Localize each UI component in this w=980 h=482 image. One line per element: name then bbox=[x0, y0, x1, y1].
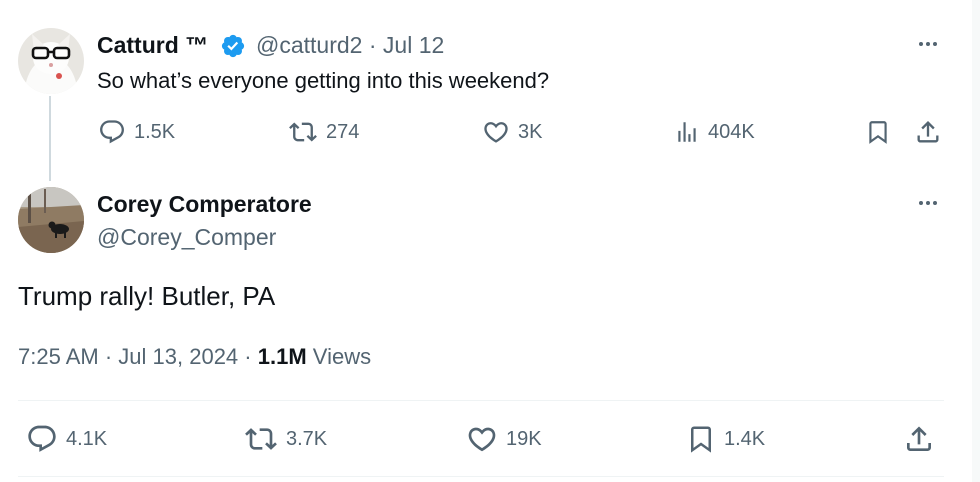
share-icon bbox=[917, 121, 939, 143]
like-count: 3K bbox=[518, 120, 543, 143]
bookmark-icon bbox=[869, 121, 887, 144]
separator-dot: · bbox=[244, 344, 252, 369]
main-tweet-text: Trump rally! Butler, PA bbox=[18, 281, 276, 311]
repost-button[interactable]: 274 bbox=[288, 117, 359, 147]
views-count: 1.1M bbox=[257, 344, 307, 369]
main-handle[interactable]: @Corey_Comper bbox=[97, 224, 276, 251]
parent-handle[interactable]: @catturd2 bbox=[256, 32, 362, 58]
reply-count: 4.1K bbox=[66, 427, 108, 450]
tweet-meta: 7:25 AM · Jul 13, 2024 · 1.1M Views bbox=[18, 344, 371, 370]
separator-dot: · bbox=[104, 344, 113, 369]
post-date[interactable]: Jul 13, 2024 bbox=[118, 344, 238, 369]
like-count: 19K bbox=[506, 427, 542, 450]
post-detail-view: Catturd ™ @catturd2 · Jul 12 So what’s e… bbox=[0, 0, 973, 482]
views-count: 404K bbox=[708, 120, 755, 143]
more-icon[interactable] bbox=[913, 193, 943, 213]
views-label: Views bbox=[312, 344, 372, 369]
scrollbar[interactable] bbox=[972, 0, 980, 482]
views-button[interactable]: 404K bbox=[674, 117, 755, 147]
share-button[interactable] bbox=[914, 117, 942, 147]
like-button[interactable]: 3K bbox=[482, 117, 542, 147]
reply-button[interactable]: 1.5K bbox=[98, 117, 175, 147]
more-icon[interactable] bbox=[913, 34, 943, 54]
parent-date[interactable]: Jul 12 bbox=[383, 32, 444, 58]
parent-tweet-text: So what’s everyone getting into this wee… bbox=[97, 68, 550, 93]
repost-count: 274 bbox=[326, 120, 360, 143]
post-time[interactable]: 7:25 AM bbox=[18, 344, 99, 369]
heart-icon bbox=[468, 427, 496, 452]
main-author-name[interactable]: Corey Comperatore bbox=[97, 191, 312, 218]
repost-icon bbox=[289, 122, 317, 142]
corey-avatar[interactable] bbox=[18, 187, 84, 253]
separator-dot: · bbox=[368, 32, 377, 58]
like-button[interactable]: 19K bbox=[466, 424, 542, 454]
reply-button[interactable]: 4.1K bbox=[26, 424, 107, 454]
repost-count: 3.7K bbox=[286, 427, 328, 450]
share-button[interactable] bbox=[903, 424, 935, 454]
divider bbox=[18, 400, 944, 401]
analytics-icon bbox=[678, 122, 696, 142]
reply-icon bbox=[100, 120, 124, 144]
heart-icon bbox=[484, 122, 508, 143]
reply-icon bbox=[28, 425, 56, 452]
verified-badge-icon[interactable] bbox=[220, 33, 246, 64]
share-icon bbox=[907, 426, 931, 451]
bookmark-button[interactable]: 1.4K bbox=[686, 424, 765, 454]
thread-connector-line bbox=[49, 96, 51, 181]
bookmark-button[interactable] bbox=[865, 117, 891, 147]
bookmark-count: 1.4K bbox=[724, 427, 766, 450]
parent-author-name[interactable]: Catturd ™ bbox=[97, 32, 208, 59]
reply-count: 1.5K bbox=[134, 120, 176, 143]
catturd-avatar[interactable] bbox=[18, 28, 84, 94]
divider bbox=[18, 476, 944, 477]
bookmark-icon bbox=[691, 426, 711, 453]
repost-icon bbox=[245, 428, 277, 450]
repost-button[interactable]: 3.7K bbox=[244, 424, 327, 454]
